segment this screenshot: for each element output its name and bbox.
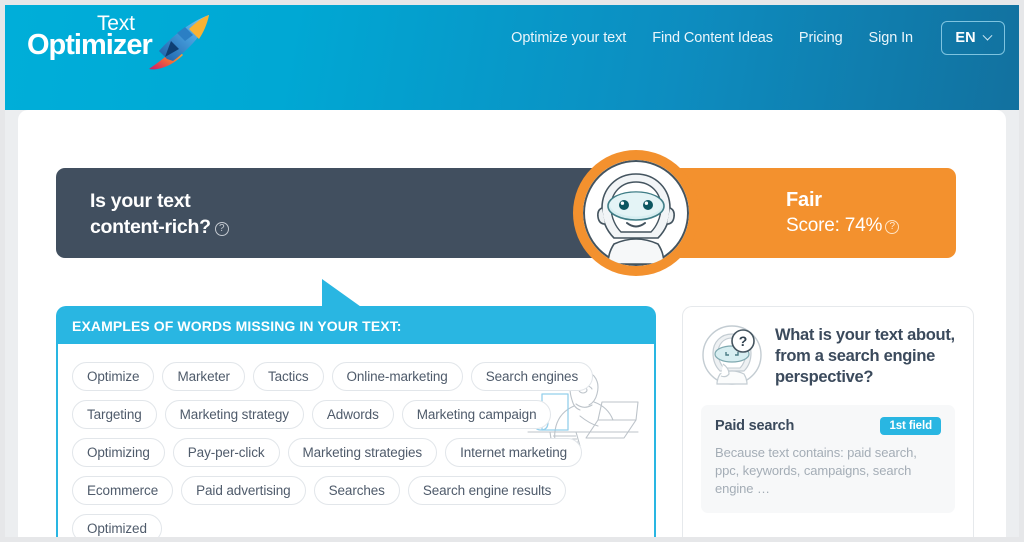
question-circle-icon[interactable]: ? <box>214 222 229 236</box>
score-question-text: Is your text content-rich?? <box>90 188 229 240</box>
word-chip[interactable]: Paid advertising <box>181 476 306 505</box>
missing-words-header: EXAMPLES OF WORDS MISSING IN YOUR TEXT: <box>58 279 654 344</box>
content-card: Is your text content-rich?? Fair Score: … <box>18 110 1006 537</box>
score-value-label: Score: 74% <box>786 215 883 236</box>
word-chip[interactable]: Pay-per-click <box>172 438 280 467</box>
missing-words-header-text: EXAMPLES OF WORDS MISSING IN YOUR TEXT: <box>72 318 402 334</box>
logo-text-bottom: Optimizer <box>27 29 153 61</box>
robot-avatar-icon <box>583 160 689 266</box>
robot-avatar <box>573 150 699 276</box>
missing-words-chips: Optimize Marketer Tactics Online-marketi… <box>58 344 654 537</box>
word-chip[interactable]: Optimizing <box>72 438 165 467</box>
side-panel-header: ? What is your text about, from a search… <box>701 323 955 388</box>
side-panel-title: What is your text about, from a search e… <box>775 326 955 386</box>
nav-item-find-content-ideas[interactable]: Find Content Ideas <box>652 30 773 46</box>
nav-item-sign-in[interactable]: Sign In <box>869 30 914 46</box>
word-chip[interactable]: Internet marketing <box>445 438 583 467</box>
rocket-pencil-icon <box>149 15 209 70</box>
word-chip[interactable]: Marketing strategies <box>287 438 438 467</box>
chevron-down-icon <box>982 30 993 41</box>
app-viewport: Text Optimizer Optimize your text Find C… <box>0 0 1024 542</box>
language-value: EN <box>955 30 976 46</box>
score-question-circle-icon[interactable]: ? <box>885 220 900 234</box>
word-chip[interactable]: Marketer <box>162 362 245 391</box>
word-chip[interactable]: Marketing campaign <box>401 400 552 429</box>
score-banner: Is your text content-rich?? Fair Score: … <box>56 150 956 276</box>
language-selector[interactable]: EN <box>941 21 1005 55</box>
missing-words-panel: EXAMPLES OF WORDS MISSING IN YOUR TEXT: <box>56 279 656 537</box>
score-rating: Fair <box>786 189 822 211</box>
score-result-text: Fair Score: 74%? <box>786 188 900 239</box>
word-chip[interactable]: Adwords <box>311 400 394 429</box>
word-chip[interactable]: Tactics <box>252 362 324 391</box>
word-chip[interactable]: Targeting <box>72 400 157 429</box>
field-description: Because text contains: paid search, ppc,… <box>715 445 917 496</box>
score-question-line1: Is your text <box>90 190 191 212</box>
score-value-row: Score: 74%? <box>786 213 900 239</box>
field-rank-badge: 1st field <box>880 417 941 435</box>
score-question-line2: content-rich? <box>90 216 211 238</box>
score-question-panel: Is your text content-rich?? <box>56 168 631 258</box>
word-chip[interactable]: Searches <box>313 476 400 505</box>
field-card[interactable]: Paid search 1st field Because text conta… <box>701 405 955 513</box>
field-card-header: Paid search 1st field <box>715 417 941 435</box>
search-engine-perspective-panel: ? What is your text about, from a search… <box>682 306 974 537</box>
word-chip[interactable]: Ecommerce <box>72 476 174 505</box>
word-chip[interactable]: Online-marketing <box>331 362 463 391</box>
robot-question-icon: ? <box>702 325 762 385</box>
word-chip[interactable]: Marketing strategy <box>164 400 304 429</box>
nav-item-optimize-your-text[interactable]: Optimize your text <box>511 30 626 46</box>
field-name: Paid search <box>715 418 795 434</box>
site-header: Text Optimizer Optimize your text Find C… <box>5 5 1019 110</box>
site-logo[interactable]: Text Optimizer <box>19 11 214 71</box>
speech-bubble-tail-icon <box>322 279 364 309</box>
word-chip[interactable]: Search engine results <box>407 476 567 505</box>
word-chip[interactable]: Optimized <box>72 514 162 537</box>
main-navigation: Optimize your text Find Content Ideas Pr… <box>511 19 1005 57</box>
svg-text:?: ? <box>739 333 748 349</box>
word-chip[interactable]: Search engines <box>470 362 594 391</box>
word-chip[interactable]: Optimize <box>72 362 155 391</box>
nav-item-pricing[interactable]: Pricing <box>799 30 843 46</box>
